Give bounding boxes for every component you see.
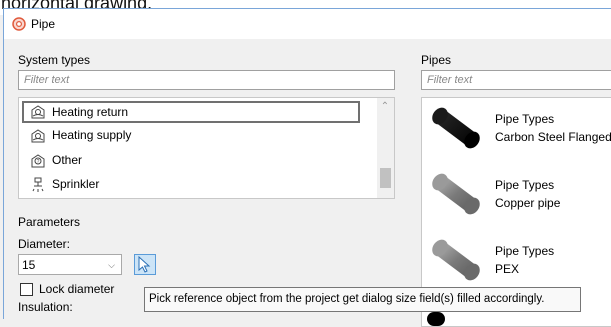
list-item-label: Other [52, 153, 83, 167]
title-bar: Pipe [4, 9, 611, 39]
scroll-up-icon[interactable]: ⌃ [380, 102, 390, 112]
pipe-partial-icon [427, 312, 445, 326]
window-title: Pipe [31, 17, 56, 31]
pipe-app-icon [12, 17, 26, 31]
list-item-label: Heating supply [52, 128, 132, 142]
list-item-heating-return[interactable]: Heating return [22, 101, 360, 123]
pipe-name-label: Copper pipe [495, 196, 561, 210]
pipe-cylinder-icon [432, 239, 480, 281]
list-item-label: Heating return [52, 105, 129, 119]
cursor-arrow-icon [138, 255, 151, 273]
lock-diameter-checkbox[interactable] [20, 283, 33, 296]
heating-return-icon [31, 105, 45, 119]
pipe-item-carbon-steel[interactable]: Pipe Types Carbon Steel Flanged [422, 100, 611, 166]
diameter-label: Diameter: [18, 237, 71, 251]
pipe-cylinder-icon [432, 107, 480, 149]
system-types-label: System types [18, 53, 91, 67]
list-item-heating-supply[interactable]: Heating supply [22, 125, 362, 147]
pipes-filter[interactable] [421, 70, 611, 90]
pipe-item-copper[interactable]: Pipe Types Copper pipe [422, 166, 611, 232]
pipe-name-label: PEX [495, 262, 520, 276]
insulation-label: Insulation: [18, 300, 73, 314]
pipes-label: Pipes [421, 53, 452, 67]
scroll-thumb[interactable] [380, 168, 391, 188]
system-types-list[interactable]: Heating return Heating supply ? Other Sp… [18, 97, 395, 199]
pipe-type-label: Pipe Types [495, 112, 555, 126]
lock-diameter-label: Lock diameter [39, 282, 115, 296]
tooltip: Pick reference object from the project g… [144, 287, 581, 312]
system-types-filter[interactable] [18, 70, 395, 90]
svg-text:?: ? [37, 159, 40, 165]
system-types-scrollbar[interactable]: ⌃ [377, 98, 394, 198]
pipe-name-label: Carbon Steel Flanged [495, 130, 611, 144]
sprinkler-icon [32, 177, 44, 192]
parameters-label: Parameters [18, 215, 81, 229]
pick-reference-button[interactable] [134, 254, 156, 275]
list-item-other[interactable]: ? Other [22, 150, 362, 172]
pipe-type-label: Pipe Types [495, 178, 555, 192]
diameter-combo[interactable]: 15 ⌵ [18, 254, 122, 275]
list-item-sprinkler[interactable]: Sprinkler [22, 174, 362, 196]
list-item-label: Sprinkler [52, 177, 100, 191]
system-types-filter-input[interactable] [19, 71, 394, 89]
other-icon: ? [31, 154, 45, 168]
heating-supply-icon [31, 129, 45, 143]
pipe-type-label: Pipe Types [495, 244, 555, 258]
pipe-cylinder-icon [432, 173, 480, 215]
pipe-dialog: Pipe System types Heating return Heating… [3, 8, 611, 327]
diameter-value: 15 [22, 258, 36, 272]
pipes-filter-input[interactable] [422, 71, 611, 89]
chevron-down-icon: ⌵ [108, 260, 115, 270]
